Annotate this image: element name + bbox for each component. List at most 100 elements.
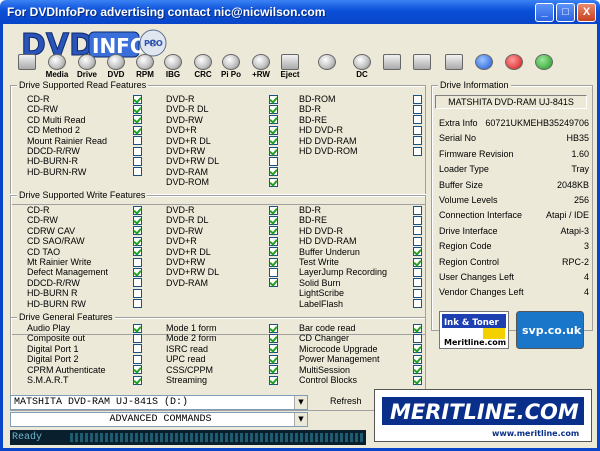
toolbar-info-button[interactable] (470, 54, 498, 82)
general-feature-checkbox[interactable] (269, 344, 278, 354)
read-feature-checkbox[interactable] (133, 125, 142, 135)
write-feature-checkbox[interactable] (413, 257, 422, 267)
read-feature-checkbox[interactable] (269, 115, 278, 125)
write-feature-checkbox[interactable] (133, 257, 142, 267)
read-feature-checkbox[interactable] (413, 94, 422, 104)
write-feature-checkbox[interactable] (133, 247, 142, 257)
write-feature-checkbox[interactable] (269, 278, 278, 288)
read-feature-checkbox[interactable] (133, 136, 142, 146)
general-feature-label: Bar code read (299, 323, 356, 333)
read-feature-checkbox[interactable] (133, 167, 142, 177)
general-feature-label: CD Changer (299, 333, 350, 344)
write-feature-checkbox[interactable] (413, 247, 422, 257)
read-feature-checkbox[interactable] (269, 104, 278, 114)
write-feature-checkbox[interactable] (269, 226, 278, 236)
general-feature-checkbox[interactable] (413, 344, 422, 354)
read-feature-checkbox[interactable] (269, 136, 278, 146)
toolbar-dc-button[interactable]: DC (348, 54, 376, 82)
general-feature-checkbox[interactable] (133, 344, 142, 354)
read-feature-checkbox[interactable] (413, 146, 422, 156)
svp-ad[interactable]: svp.co.uk (516, 311, 584, 349)
toolbar-dollar-button[interactable] (530, 54, 558, 82)
write-feature-checkbox[interactable] (133, 299, 142, 309)
write-feature-checkbox[interactable] (269, 257, 278, 267)
general-feature-checkbox[interactable] (269, 365, 278, 375)
read-feature-checkbox[interactable] (133, 115, 142, 125)
general-feature-checkbox[interactable] (133, 333, 142, 343)
read-feature-checkbox[interactable] (269, 94, 278, 104)
write-feature-checkbox[interactable] (413, 236, 422, 246)
write-feature-checkbox[interactable] (413, 226, 422, 236)
read-feature-checkbox[interactable] (269, 177, 278, 187)
chevron-down-icon[interactable]: ▼ (294, 396, 307, 409)
write-feature-checkbox[interactable] (133, 226, 142, 236)
write-feature-checkbox[interactable] (269, 215, 278, 225)
read-feature-checkbox[interactable] (133, 156, 142, 166)
write-feature-checkbox[interactable] (413, 205, 422, 215)
general-feature-checkbox[interactable] (413, 333, 422, 343)
drive-info-row: Extra Info 60721UKMEHB35249706 (439, 118, 589, 128)
general-feature-checkbox[interactable] (133, 365, 142, 375)
read-feature-label: HD DVD-RAM (299, 135, 357, 146)
general-feature-checkbox[interactable] (413, 365, 422, 375)
write-feature-checkbox[interactable] (413, 215, 422, 225)
general-feature-checkbox[interactable] (269, 333, 278, 343)
toolbar-help-button[interactable] (500, 54, 528, 82)
write-feature-checkbox[interactable] (133, 205, 142, 215)
general-feature-checkbox[interactable] (133, 323, 142, 333)
mode-select[interactable]: ADVANCED COMMANDS ▼ (10, 412, 308, 427)
read-feature-checkbox[interactable] (269, 156, 278, 166)
general-feature-checkbox[interactable] (269, 375, 278, 385)
write-feature-label: Test Write (299, 257, 339, 267)
read-feature-label: CD-RW (27, 104, 58, 115)
read-feature-checkbox[interactable] (413, 136, 422, 146)
toolbar-eject-button[interactable]: Eject (276, 54, 304, 82)
write-feature-checkbox[interactable] (269, 205, 278, 215)
read-feature-checkbox[interactable] (413, 104, 422, 114)
write-feature-checkbox[interactable] (413, 278, 422, 288)
read-feature-checkbox[interactable] (133, 94, 142, 104)
general-feature-checkbox[interactable] (269, 323, 278, 333)
read-feature-label: BD-RE (299, 114, 328, 125)
general-feature-label: Composite out (27, 333, 86, 344)
general-feature-checkbox[interactable] (413, 323, 422, 333)
read-feature-checkbox[interactable] (269, 146, 278, 156)
general-feature-checkbox[interactable] (133, 375, 142, 385)
drive-select[interactable]: MATSHITA DVD-RAM UJ-841S (D:) ▼ (10, 395, 308, 410)
chevron-down-icon[interactable]: ▼ (294, 413, 307, 426)
read-feature-label: BD-R (299, 104, 321, 115)
write-feature-label: BD-RE (299, 215, 328, 226)
write-feature-checkbox[interactable] (133, 288, 142, 298)
refresh-link[interactable]: Refresh (330, 396, 362, 406)
write-feature-checkbox[interactable] (133, 215, 142, 225)
drive-info-key: Connection Interface (439, 210, 523, 221)
general-feature-checkbox[interactable] (413, 354, 422, 364)
ink-toner-ad[interactable]: Ink & Toner Meritline.com (439, 311, 509, 349)
write-feature-checkbox[interactable] (413, 267, 422, 277)
minimize-button[interactable]: _ (535, 2, 554, 22)
general-feature-checkbox[interactable] (133, 354, 142, 364)
toolbar-camera-button[interactable] (408, 54, 436, 82)
write-feature-checkbox[interactable] (269, 236, 278, 246)
read-feature-checkbox[interactable] (133, 146, 142, 156)
write-feature-checkbox[interactable] (133, 278, 142, 288)
general-feature-checkbox[interactable] (269, 354, 278, 364)
meritline-ad[interactable]: MERITLINE.COM www.meritline.com (374, 389, 592, 442)
write-feature-checkbox[interactable] (413, 299, 422, 309)
toolbar-disc-button[interactable] (313, 54, 341, 82)
general-feature-checkbox[interactable] (413, 375, 422, 385)
toolbar-clipboard-button[interactable] (378, 54, 406, 82)
write-feature-checkbox[interactable] (269, 267, 278, 277)
close-button[interactable]: X (577, 2, 596, 22)
read-feature-checkbox[interactable] (413, 125, 422, 135)
write-feature-checkbox[interactable] (269, 247, 278, 257)
read-feature-checkbox[interactable] (269, 167, 278, 177)
read-feature-checkbox[interactable] (269, 125, 278, 135)
write-feature-checkbox[interactable] (133, 236, 142, 246)
write-feature-checkbox[interactable] (413, 288, 422, 298)
write-feature-checkbox[interactable] (133, 267, 142, 277)
read-feature-checkbox[interactable] (413, 115, 422, 125)
read-feature-checkbox[interactable] (133, 104, 142, 114)
toolbar-notepad-button[interactable] (440, 54, 468, 82)
maximize-button[interactable]: □ (556, 2, 575, 22)
